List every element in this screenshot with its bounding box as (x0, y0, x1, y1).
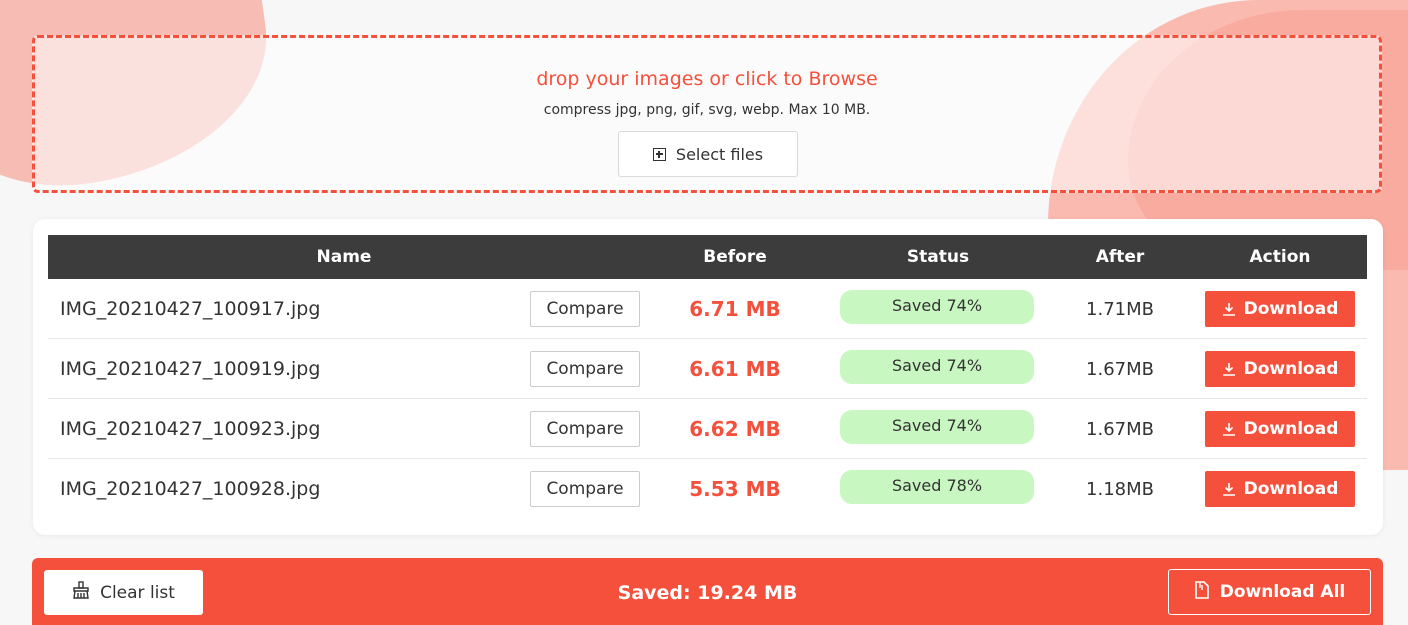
file-name: IMG_20210427_100928.jpg (60, 478, 321, 500)
status-badge: Saved 74% (840, 410, 1034, 444)
column-header-after: After (1095, 247, 1145, 267)
download-label: Download (1243, 419, 1339, 439)
size-before: 6.62 MB (689, 417, 781, 441)
table-row: IMG_20210427_100928.jpg Compare 5.53 MB … (48, 459, 1367, 519)
download-button[interactable]: Download (1205, 351, 1355, 387)
broom-icon (72, 581, 90, 604)
files-table-card: Name Before Status After Action IMG_2021… (33, 219, 1383, 535)
column-header-action: Action (1249, 247, 1311, 267)
size-before: 6.61 MB (689, 357, 781, 381)
table-row: IMG_20210427_100917.jpg Compare 6.71 MB … (48, 279, 1367, 339)
download-icon (1222, 422, 1236, 436)
download-label: Download (1243, 299, 1339, 319)
download-label: Download (1243, 359, 1339, 379)
clear-list-button[interactable]: Clear list (44, 570, 203, 615)
size-after: 1.18MB (1086, 479, 1154, 500)
drop-zone-title[interactable]: drop your images or click to Browse (35, 68, 1379, 90)
page: drop your images or click to Browse comp… (0, 0, 1408, 625)
table-header: Name Before Status After Action (48, 235, 1367, 279)
select-files-label: Select files (675, 144, 764, 164)
compare-button[interactable]: Compare (530, 351, 640, 387)
compare-button[interactable]: Compare (530, 411, 640, 447)
file-name: IMG_20210427_100917.jpg (60, 298, 321, 320)
compare-button[interactable]: Compare (530, 291, 640, 327)
summary-bar: Clear list Saved: 19.24 MB Download All (32, 558, 1383, 625)
file-drop-zone[interactable]: drop your images or click to Browse comp… (32, 35, 1382, 193)
download-button[interactable]: Download (1205, 411, 1355, 447)
clear-list-label: Clear list (100, 582, 175, 603)
download-button[interactable]: Download (1205, 291, 1355, 327)
status-badge: Saved 74% (840, 350, 1034, 384)
select-files-button[interactable]: Select files (618, 131, 798, 177)
size-before: 5.53 MB (689, 477, 781, 501)
status-badge: Saved 74% (840, 290, 1034, 324)
download-label: Download (1243, 479, 1339, 499)
download-icon (1222, 362, 1236, 376)
download-all-button[interactable]: Download All (1168, 569, 1371, 615)
size-after: 1.67MB (1086, 419, 1154, 440)
plus-square-icon (652, 147, 666, 161)
size-after: 1.67MB (1086, 359, 1154, 380)
file-icon (1194, 580, 1210, 604)
size-after: 1.71MB (1086, 299, 1154, 320)
size-before: 6.71 MB (689, 297, 781, 321)
status-badge: Saved 78% (840, 470, 1034, 504)
drop-zone-subtitle: compress jpg, png, gif, svg, webp. Max 1… (543, 102, 871, 118)
table-row: IMG_20210427_100919.jpg Compare 6.61 MB … (48, 339, 1367, 399)
download-icon (1222, 302, 1236, 316)
column-header-before: Before (703, 247, 767, 267)
file-name: IMG_20210427_100919.jpg (60, 358, 321, 380)
column-header-name: Name (316, 247, 372, 267)
download-icon (1222, 482, 1236, 496)
table-row: IMG_20210427_100923.jpg Compare 6.62 MB … (48, 399, 1367, 459)
download-button[interactable]: Download (1205, 471, 1355, 507)
column-header-status: Status (906, 247, 970, 267)
file-name: IMG_20210427_100923.jpg (60, 418, 321, 440)
download-all-label: Download All (1219, 582, 1346, 602)
compare-button[interactable]: Compare (530, 471, 640, 507)
